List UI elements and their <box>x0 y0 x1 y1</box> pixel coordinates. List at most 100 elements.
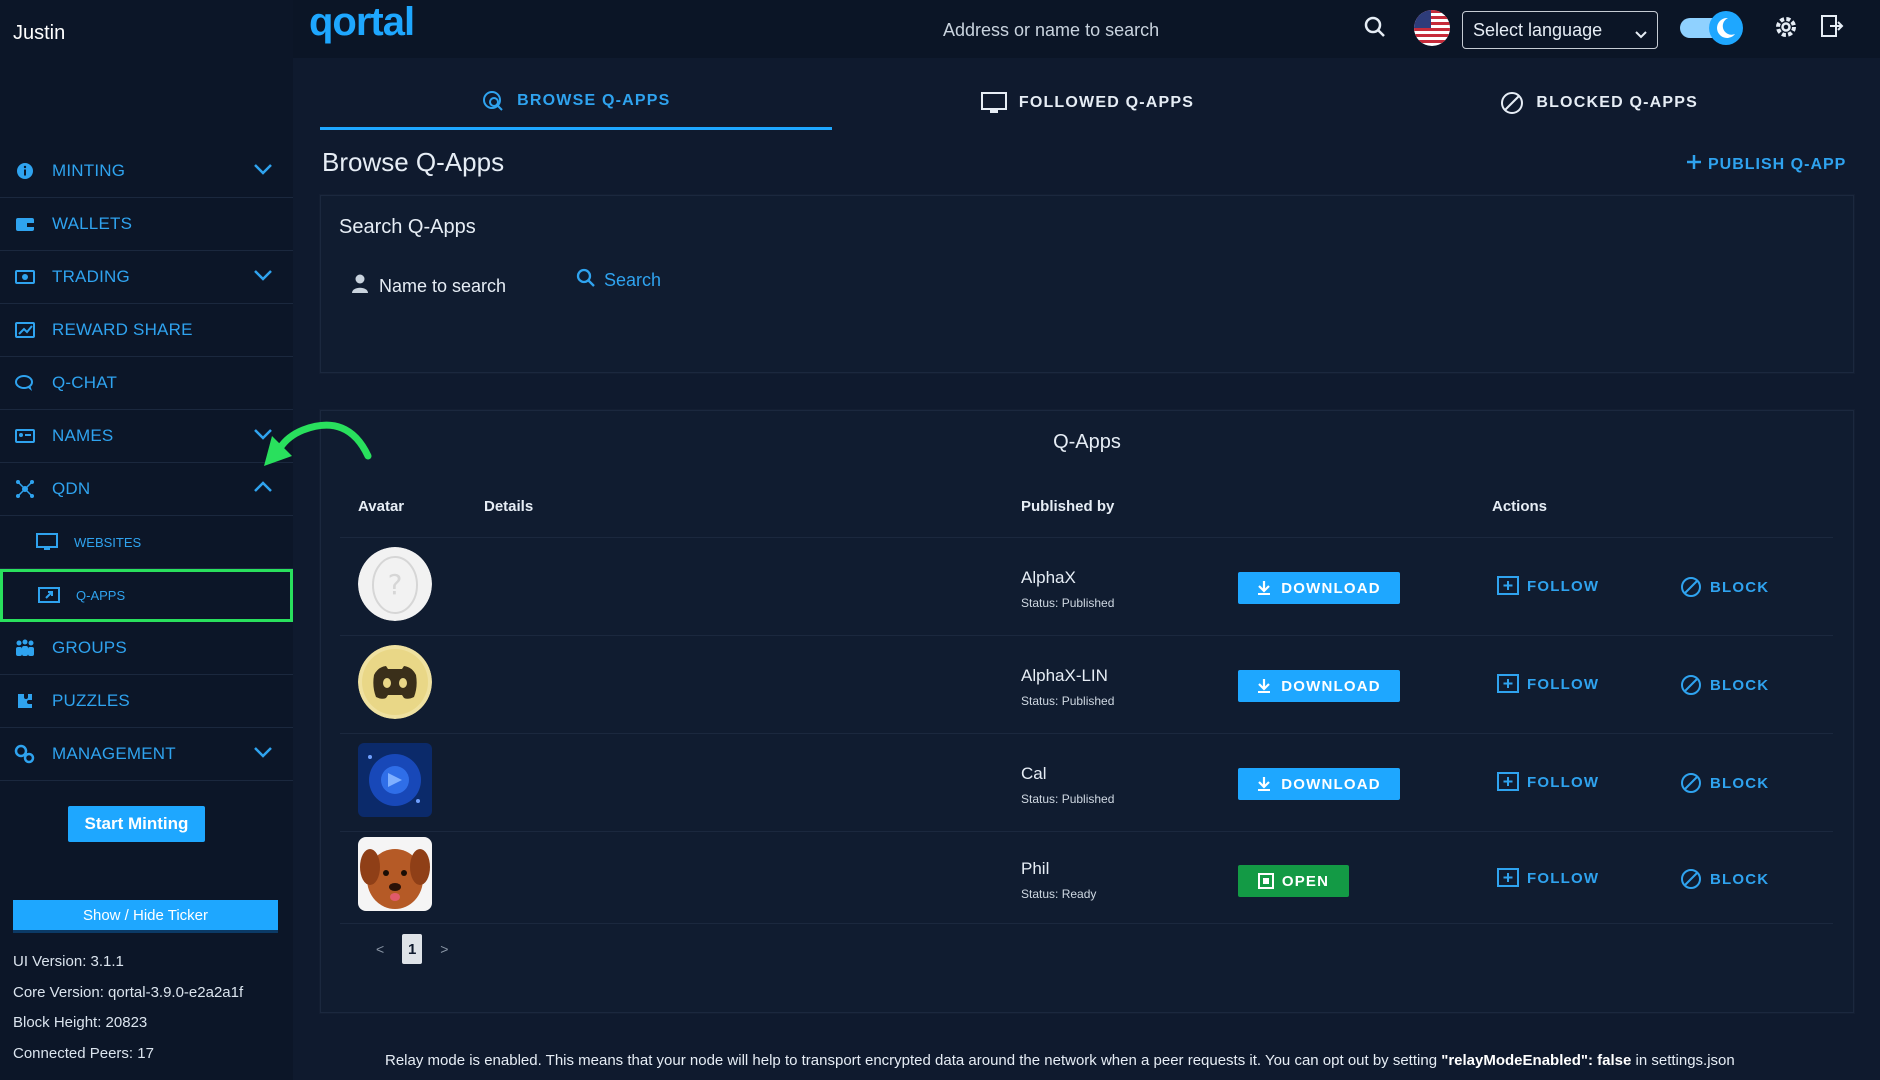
publisher: AlphaX Status: Published <box>1021 568 1114 610</box>
block-button[interactable]: BLOCK <box>1680 674 1769 696</box>
download-label: DOWNLOAD <box>1281 579 1381 597</box>
follow-button[interactable]: FOLLOW <box>1497 868 1599 888</box>
node-info: UI Version: 3.1.1 Core Version: qortal-3… <box>13 947 243 1069</box>
sidebar-item-q-chat[interactable]: Q-CHAT <box>0 357 293 410</box>
next-page-button[interactable]: > <box>440 941 448 957</box>
chevron-down-icon[interactable] <box>253 744 273 764</box>
app-status: Status: Published <box>1021 596 1115 610</box>
search-button[interactable]: Search <box>576 268 661 293</box>
sidebar-item-label: MANAGEMENT <box>52 744 176 763</box>
qapp-tabs: BROWSE Q-APPS FOLLOWED Q-APPS BLOCKED Q-… <box>320 75 1855 130</box>
name-search-field[interactable] <box>341 266 551 306</box>
publisher: Phil Status: Ready <box>1021 859 1096 901</box>
sidebar-item-groups[interactable]: GROUPS <box>0 622 293 675</box>
follow-button[interactable]: FOLLOW <box>1497 576 1599 596</box>
groups-icon <box>14 637 36 659</box>
show-hide-ticker-button[interactable]: Show / Hide Ticker <box>13 900 278 933</box>
sidebar-item-minting[interactable]: MINTING <box>0 145 293 198</box>
page-number[interactable]: 1 <box>402 934 423 964</box>
browse-icon <box>481 89 505 113</box>
search-icon[interactable] <box>1364 16 1386 43</box>
app-status: Status: Published <box>1021 694 1115 708</box>
follow-label: FOLLOW <box>1527 869 1600 887</box>
chevron-up-icon[interactable] <box>253 479 273 499</box>
table-row: ? AlphaX Status: Published DOWNLOAD FOLL… <box>340 538 1833 636</box>
sidebar-item-names[interactable]: NAMES <box>0 410 293 463</box>
add-box-icon <box>1497 674 1519 694</box>
sidebar-item-label: MINTING <box>52 161 126 180</box>
sidebar-nav: MINTING WALLETS TRADING REWARD SHARE Q-C… <box>0 145 293 781</box>
table-header: Avatar Details Published by Actions <box>340 476 1833 538</box>
us-flag-icon[interactable] <box>1414 10 1450 46</box>
chat-icon <box>14 372 36 394</box>
monitor-icon <box>980 91 1007 114</box>
block-button[interactable]: BLOCK <box>1680 576 1769 598</box>
sidebar-item-label: QDN <box>52 479 91 498</box>
chevron-down-icon[interactable] <box>253 267 273 287</box>
theme-toggle[interactable] <box>1678 10 1745 46</box>
network-icon <box>14 478 36 500</box>
name-search-input[interactable] <box>379 275 539 297</box>
follow-label: FOLLOW <box>1527 577 1600 595</box>
table-row: Phil Status: Ready OPEN FOLLOW BLOCK <box>340 832 1833 924</box>
prev-page-button[interactable]: < <box>376 941 384 957</box>
plus-icon <box>1686 154 1702 175</box>
avatar <box>358 743 432 817</box>
sidebar-item-websites[interactable]: WEBSITES <box>0 516 293 569</box>
relay-text-pre: Relay mode is enabled. This means that y… <box>385 1052 1442 1069</box>
app-status: Status: Ready <box>1021 887 1097 901</box>
block-button[interactable]: BLOCK <box>1680 772 1769 794</box>
tab-followed-q-apps[interactable]: FOLLOWED Q-APPS <box>832 75 1344 130</box>
start-minting-button[interactable]: Start Minting <box>68 806 205 842</box>
sidebar-item-trading[interactable]: TRADING <box>0 251 293 304</box>
follow-button[interactable]: FOLLOW <box>1497 674 1599 694</box>
search-q-apps-card: Search Q-Apps Search <box>320 195 1854 373</box>
sidebar-item-wallets[interactable]: WALLETS <box>0 198 293 251</box>
page-title: Browse Q-Apps <box>322 147 505 177</box>
publish-q-app-button[interactable]: PUBLISH Q-APP <box>1686 154 1846 175</box>
block-icon <box>1680 868 1702 890</box>
tab-label: BROWSE Q-APPS <box>517 92 671 109</box>
sidebar-item-management[interactable]: MANAGEMENT <box>0 728 293 781</box>
block-button[interactable]: BLOCK <box>1680 868 1769 890</box>
relay-mode-message: Relay mode is enabled. This means that y… <box>385 1052 1735 1069</box>
follow-label: FOLLOW <box>1527 675 1600 693</box>
sidebar-item-q-apps[interactable]: Q-APPS <box>0 569 293 622</box>
download-button[interactable]: DOWNLOAD <box>1238 670 1400 702</box>
app-icon <box>38 585 60 607</box>
publisher: Cal Status: Published <box>1021 764 1114 806</box>
search-button-label: Search <box>604 270 662 290</box>
add-box-icon <box>1497 868 1519 888</box>
block-label: BLOCK <box>1710 870 1770 888</box>
sidebar-item-puzzles[interactable]: PUZZLES <box>0 675 293 728</box>
logout-icon[interactable] <box>1820 14 1844 43</box>
tab-blocked-q-apps[interactable]: BLOCKED Q-APPS <box>1343 75 1855 130</box>
info-icon <box>14 160 36 182</box>
app-status: Status: Published <box>1021 792 1115 806</box>
download-label: DOWNLOAD <box>1281 775 1381 793</box>
chevron-down-icon[interactable] <box>253 161 273 181</box>
annotation-arrow-icon <box>264 421 372 466</box>
download-label: DOWNLOAD <box>1281 677 1381 695</box>
sidebar-item-qdn[interactable]: QDN <box>0 463 293 516</box>
tab-browse-q-apps[interactable]: BROWSE Q-APPS <box>320 75 832 130</box>
sidebar: Justin MINTING WALLETS TRADING REWARD SH… <box>0 0 293 1080</box>
open-label: OPEN <box>1281 872 1330 890</box>
follow-button[interactable]: FOLLOW <box>1497 772 1599 792</box>
names-icon <box>14 425 36 447</box>
add-box-icon <box>1497 772 1519 792</box>
gear-icon[interactable] <box>1773 14 1799 45</box>
open-button[interactable]: OPEN <box>1238 865 1349 897</box>
download-button[interactable]: DOWNLOAD <box>1238 572 1400 604</box>
sidebar-item-reward-share[interactable]: REWARD SHARE <box>0 304 293 357</box>
publisher: AlphaX-LIN Status: Published <box>1021 666 1114 708</box>
wallet-icon <box>14 213 36 235</box>
table-row: AlphaX-LIN Status: Published DOWNLOAD FO… <box>340 636 1833 734</box>
language-select[interactable]: Select language <box>1462 11 1658 49</box>
download-button[interactable]: DOWNLOAD <box>1238 768 1400 800</box>
address-search-input[interactable] <box>943 12 1283 48</box>
tab-label: BLOCKED Q-APPS <box>1536 93 1699 111</box>
column-header-published-by: Published by <box>1021 498 1115 515</box>
download-icon <box>1257 776 1271 792</box>
core-version: Core Version: qortal-3.9.0-e2a2a1f <box>13 983 244 1001</box>
